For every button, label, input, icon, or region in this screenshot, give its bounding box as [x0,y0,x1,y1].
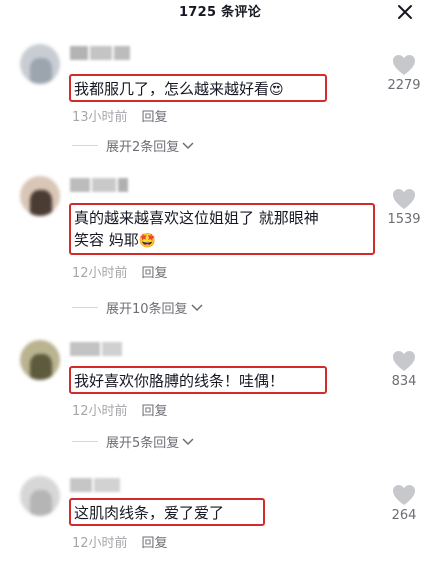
comments-header: 1725 条评论 [0,0,440,26]
expand-replies-button[interactable]: 展开10条回复 [72,298,203,317]
avatar[interactable] [20,340,60,380]
comment-text: 我好喜欢你胳膊的线条！哇偶！ [74,372,285,390]
like-button[interactable]: 834 [384,350,424,389]
comment-text: 真的越来越喜欢这位姐姐了 就那眼神 笑容 妈耶 [74,209,319,249]
comment-meta: 12小时前 回复 [72,532,168,551]
divider-line [72,145,98,146]
comment-meta: 12小时前 回复 [72,400,168,419]
comment-meta: 13小时前 回复 [72,106,168,125]
emoji: 🤩 [138,233,157,249]
expand-replies-label: 展开10条回复 [106,302,188,317]
chevron-down-icon [182,141,194,149]
expand-replies-button[interactable]: 展开5条回复 [72,432,194,451]
comment-time: 12小时前 [72,404,128,419]
like-count: 834 [391,374,417,389]
like-button[interactable]: 1539 [384,188,424,227]
expand-replies-label: 展开5条回复 [106,436,180,451]
heart-icon [393,485,415,505]
comment-text-box: 我好喜欢你胳膊的线条！哇偶！ [69,366,327,394]
like-count: 2279 [387,78,421,93]
chevron-down-icon [182,437,194,445]
comment-text: 这肌肉线条，爱了爱了 [74,504,225,522]
comment-time: 13小时前 [72,110,128,125]
comments-count-title: 1725 条评论 [178,5,262,20]
avatar[interactable] [20,176,60,216]
comment-text-box: 真的越来越喜欢这位姐姐了 就那眼神 笑容 妈耶🤩 [69,203,375,255]
comment-meta: 12小时前 回复 [72,262,168,281]
username-blurred[interactable] [70,46,132,60]
heart-icon [393,55,415,75]
avatar[interactable] [20,476,60,516]
reply-button[interactable]: 回复 [142,404,168,419]
comment-text-box: 我都服几了，怎么越来越好看😍 [69,74,327,102]
comment-time: 12小时前 [72,536,128,551]
like-count: 264 [391,508,417,523]
comment-item: 我都服几了，怎么越来越好看😍 13小时前 回复 展开2条回复 2279 [0,44,440,155]
heart-icon [393,189,415,209]
like-button[interactable]: 264 [384,484,424,523]
reply-button[interactable]: 回复 [142,536,168,551]
chevron-down-icon [191,303,203,311]
reply-button[interactable]: 回复 [142,110,168,125]
username-blurred[interactable] [70,178,130,192]
heart-icon [393,351,415,371]
divider-line [72,441,98,442]
divider-line [72,307,98,308]
comment-text-box: 这肌肉线条，爱了爱了 [69,498,265,526]
expand-replies-button[interactable]: 展开2条回复 [72,136,194,155]
username-blurred[interactable] [70,478,122,492]
comment-time: 12小时前 [72,266,128,281]
username-blurred[interactable] [70,342,124,356]
expand-replies-label: 展开2条回复 [106,140,180,155]
close-icon[interactable] [396,3,414,21]
reply-button[interactable]: 回复 [142,266,168,281]
comment-item: 真的越来越喜欢这位姐姐了 就那眼神 笑容 妈耶🤩 12小时前 回复 展开10条回复… [0,176,440,317]
comment-item: 我好喜欢你胳膊的线条！哇偶！ 12小时前 回复 展开5条回复 834 [0,340,440,451]
like-count: 1539 [387,212,421,227]
like-button[interactable]: 2279 [384,54,424,93]
comment-item: 这肌肉线条，爱了爱了 12小时前 回复 264 [0,476,440,561]
emoji: 😍 [269,82,284,98]
avatar[interactable] [20,44,60,84]
comment-text: 我都服几了，怎么越来越好看 [74,80,270,98]
